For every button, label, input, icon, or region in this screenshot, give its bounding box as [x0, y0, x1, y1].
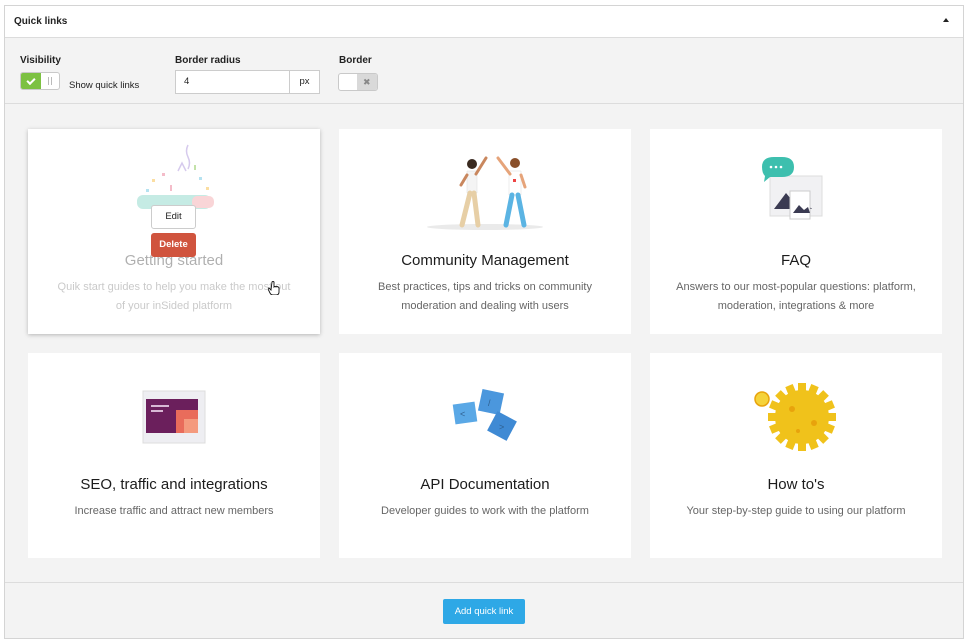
collapse-up-icon[interactable] — [943, 18, 949, 22]
border-radius-unit: px — [289, 70, 320, 94]
quick-links-grid: Getting started Quik start guides to hel… — [5, 105, 963, 583]
toggle-off-side: ✖ — [357, 74, 377, 90]
quick-link-card-api-documentation[interactable]: < / > API Documentation Developer guides… — [339, 353, 631, 558]
close-icon: ✖ — [363, 77, 371, 87]
hand-cursor-icon — [268, 281, 280, 295]
panel-header[interactable]: Quick links — [5, 6, 963, 38]
card-title: API Documentation — [420, 476, 550, 493]
grip-icon — [48, 77, 49, 85]
card-description: Quik start guides to help you make the m… — [57, 281, 291, 312]
card-description: Developer guides to work with the platfo… — [381, 505, 589, 517]
border-toggle[interactable]: ✖ — [338, 73, 378, 91]
browser-window-icon — [142, 390, 206, 444]
card-description: Your step-by-step guide to using our pla… — [686, 505, 906, 517]
toggle-on-side — [21, 73, 41, 89]
panel-footer: Add quick link — [5, 584, 963, 638]
chat-images-icon — [762, 157, 823, 220]
quick-link-card-community-management[interactable]: Community Management Best practices, tip… — [339, 129, 631, 334]
gear-icon — [754, 383, 836, 451]
border-label: Border — [339, 55, 372, 66]
delete-button[interactable]: Delete — [151, 233, 196, 257]
svg-text:>: > — [499, 422, 504, 432]
card-title: Community Management — [401, 252, 569, 269]
card-description: Answers to our most-popular questions: p… — [676, 281, 916, 312]
code-cubes-icon: < / > — [452, 388, 517, 441]
border-radius-input[interactable]: 4 — [175, 70, 290, 94]
quick-link-card-faq[interactable]: FAQ Answers to our most-popular question… — [650, 129, 942, 334]
visibility-toggle[interactable] — [20, 72, 60, 90]
high-five-icon — [427, 156, 543, 230]
check-icon — [26, 75, 36, 86]
svg-text:<: < — [460, 409, 465, 419]
card-title: SEO, traffic and integrations — [80, 476, 268, 493]
quick-links-panel: Quick links Visibility Show quick links … — [4, 5, 964, 639]
card-title: How to's — [767, 476, 825, 493]
edit-button[interactable]: Edit — [151, 205, 196, 229]
quick-link-card-how-tos[interactable]: How to's Your step-by-step guide to usin… — [650, 353, 942, 558]
add-quick-link-button[interactable]: Add quick link — [443, 599, 525, 624]
card-description: Increase traffic and attract new members — [74, 505, 274, 517]
settings-bar: Visibility Show quick links Border radiu… — [5, 38, 963, 104]
panel-title: Quick links — [14, 16, 68, 27]
card-title: FAQ — [780, 252, 811, 269]
visibility-label: Visibility — [20, 55, 61, 66]
quick-link-card-seo[interactable]: SEO, traffic and integrations Increase t… — [28, 353, 320, 558]
show-quick-links-label: Show quick links — [69, 80, 140, 91]
quick-link-card-getting-started[interactable]: Getting started Quik start guides to hel… — [28, 129, 320, 334]
border-radius-label: Border radius — [175, 55, 241, 66]
grip-icon — [51, 77, 52, 85]
card-description: Best practices, tips and tricks on commu… — [378, 281, 592, 312]
